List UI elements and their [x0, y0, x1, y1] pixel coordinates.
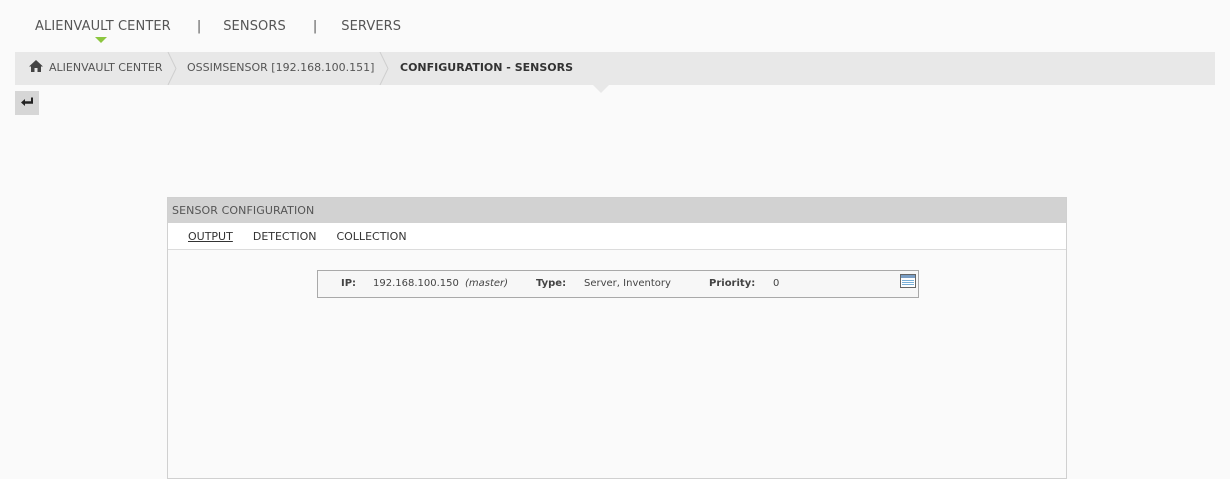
window-icon[interactable]	[900, 274, 916, 288]
tab-output[interactable]: OUTPUT	[188, 230, 233, 243]
breadcrumb-chevron-icon	[379, 52, 389, 85]
breadcrumb-item-ossimsensor[interactable]: OSSIMSENSOR [192.168.100.151]	[187, 52, 374, 85]
breadcrumb-item-alienvault-center[interactable]: ALIENVAULT CENTER	[29, 52, 162, 85]
top-nav: ALIENVAULT CENTER | SENSORS | SERVERS	[35, 16, 401, 43]
nav-separator: |	[312, 18, 318, 34]
breadcrumb-chevron-icon	[167, 52, 177, 85]
home-icon	[29, 60, 43, 72]
panel-title: SENSOR CONFIGURATION	[168, 198, 1066, 223]
active-nav-indicator	[95, 36, 107, 43]
type-value: Server, Inventory	[584, 278, 671, 289]
nav-separator: |	[196, 18, 202, 34]
priority-label: Priority:	[709, 278, 756, 289]
breadcrumb: ALIENVAULT CENTER OSSIMSENSOR [192.168.1…	[15, 52, 1215, 85]
nav-alienvault-center-label: ALIENVAULT CENTER	[35, 18, 171, 34]
back-arrow-icon	[21, 97, 33, 106]
breadcrumb-pointer	[593, 85, 609, 93]
server-entry: IP: 192.168.100.150 (master) Type: Serve…	[317, 270, 919, 298]
tab-collection[interactable]: COLLECTION	[336, 230, 406, 243]
tab-detection[interactable]: DETECTION	[253, 230, 317, 243]
ip-value: 192.168.100.150	[373, 278, 459, 289]
type-label: Type:	[536, 278, 567, 289]
nav-servers[interactable]: SERVERS	[341, 19, 401, 34]
panel-tabs: OUTPUT DETECTION COLLECTION	[168, 223, 1066, 250]
sensor-configuration-panel: SENSOR CONFIGURATION OUTPUT DETECTION CO…	[167, 197, 1067, 479]
nav-sensors[interactable]: SENSORS	[223, 19, 286, 34]
ip-label: IP:	[341, 278, 357, 289]
priority-value: 0	[773, 278, 780, 289]
breadcrumb-label: ALIENVAULT CENTER	[49, 61, 163, 74]
server-role: (master)	[465, 278, 509, 289]
breadcrumb-item-current: CONFIGURATION - SENSORS	[400, 61, 574, 74]
back-button[interactable]	[15, 91, 39, 115]
nav-alienvault-center[interactable]: ALIENVAULT CENTER	[35, 18, 171, 43]
